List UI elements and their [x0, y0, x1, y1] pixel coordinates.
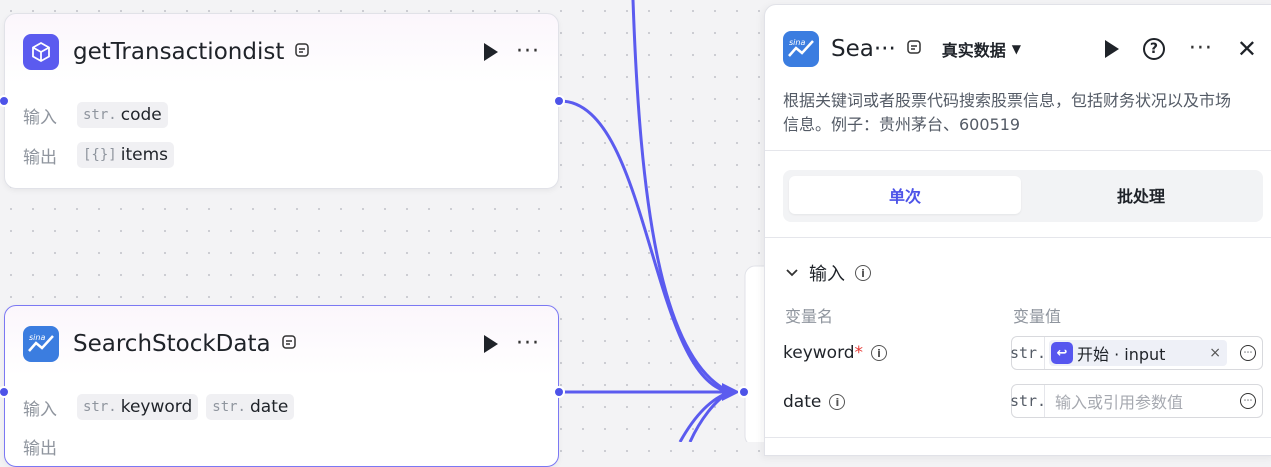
run-mode-tabs: 单次 批处理 — [783, 170, 1263, 222]
library-icon[interactable] — [294, 42, 310, 62]
divider — [765, 237, 1271, 238]
divider — [765, 437, 1271, 438]
svg-text:sina: sina — [789, 38, 805, 47]
reference-icon: ↩ — [1051, 342, 1073, 364]
input-label: 输入 — [23, 399, 57, 420]
library-icon[interactable] — [281, 334, 297, 354]
param-chip: [{}] items — [77, 142, 174, 168]
reference-text: 开始 · input — [1077, 345, 1166, 364]
output-port[interactable] — [553, 386, 565, 398]
input-section-header[interactable]: 输入 i — [785, 260, 871, 286]
reference-chip[interactable]: ↩ 开始 · input × — [1049, 340, 1227, 366]
info-icon[interactable]: i — [871, 345, 888, 361]
required-mark: * — [854, 343, 864, 363]
panel-title: Sea··· — [831, 36, 896, 62]
cube-icon — [23, 34, 59, 70]
output-label: 输出 — [23, 147, 57, 168]
clear-icon[interactable]: × — [1209, 345, 1221, 361]
param-chip: str. keyword — [77, 394, 199, 420]
sina-logo-icon: sina — [23, 326, 59, 362]
edge-line — [559, 99, 731, 394]
date-value-field[interactable]: str. 输入或引用参数值 ⋯ — [1010, 384, 1263, 418]
output-label: 输出 — [23, 439, 57, 459]
more-icon[interactable]: ··· — [516, 333, 540, 355]
section-title: 输入 — [809, 264, 845, 285]
svg-text:sina: sina — [29, 333, 45, 342]
param-chip: str. date — [206, 394, 295, 420]
more-icon[interactable]: ··· — [516, 41, 540, 63]
divider — [765, 150, 1271, 151]
info-icon[interactable]: i — [829, 394, 846, 410]
reference-picker-icon[interactable]: ⋯ — [1240, 393, 1256, 409]
play-icon[interactable] — [484, 335, 499, 353]
type-label: str. — [1010, 337, 1046, 369]
node-search-stock-data[interactable]: sina SearchStockData ··· 输入 str. keyword … — [4, 305, 559, 467]
keyword-value-field[interactable]: str. ↩ 开始 · input × ⋯ — [1010, 336, 1263, 370]
input-label: 输入 — [23, 107, 57, 128]
column-header-value: 变量值 — [1013, 307, 1062, 326]
chevron-down-icon — [786, 269, 798, 277]
column-header-name: 变量名 — [785, 307, 834, 326]
var-name: keyword — [783, 343, 855, 363]
library-icon[interactable] — [906, 39, 922, 59]
close-icon[interactable]: ✕ — [1237, 35, 1257, 63]
output-port[interactable] — [553, 95, 565, 107]
play-icon[interactable] — [1104, 40, 1119, 58]
var-row-date: date i — [783, 392, 846, 412]
type-label: str. — [1010, 385, 1046, 417]
reference-picker-icon[interactable]: ⋯ — [1240, 345, 1256, 361]
node-title: SearchStockData — [73, 331, 271, 357]
var-name: date — [783, 392, 822, 412]
node-test-panel: sina Sea··· 真实数据 ▼ ? ··· ✕ 根据关键词或者股票代码搜索… — [764, 4, 1271, 456]
edge-line — [631, 0, 731, 394]
more-icon[interactable]: ··· — [1189, 38, 1213, 60]
play-icon[interactable] — [484, 43, 499, 61]
node-title: getTransactiondist — [73, 39, 285, 65]
info-icon[interactable]: i — [855, 265, 871, 281]
node-get-transaction-dist[interactable]: getTransactiondist ··· 输入 str. code 输出 [{… — [4, 13, 559, 189]
target-input-port[interactable] — [738, 386, 750, 398]
var-row-keyword: keyword* i — [783, 343, 888, 363]
tab-single[interactable]: 单次 — [789, 176, 1021, 214]
chevron-down-icon: ▼ — [1011, 42, 1022, 56]
data-source-select[interactable]: 真实数据 ▼ — [942, 37, 1021, 61]
help-icon[interactable]: ? — [1142, 38, 1165, 60]
tab-batch[interactable]: 批处理 — [1025, 176, 1257, 214]
panel-description: 根据关键词或者股票代码搜索股票信息，包括财务状况以及市场信息。例子：贵州茅台、6… — [783, 91, 1232, 134]
date-input-placeholder[interactable]: 输入或引用参数值 — [1055, 389, 1183, 413]
sina-logo-icon: sina — [783, 31, 819, 67]
param-chip: str. code — [77, 102, 168, 128]
